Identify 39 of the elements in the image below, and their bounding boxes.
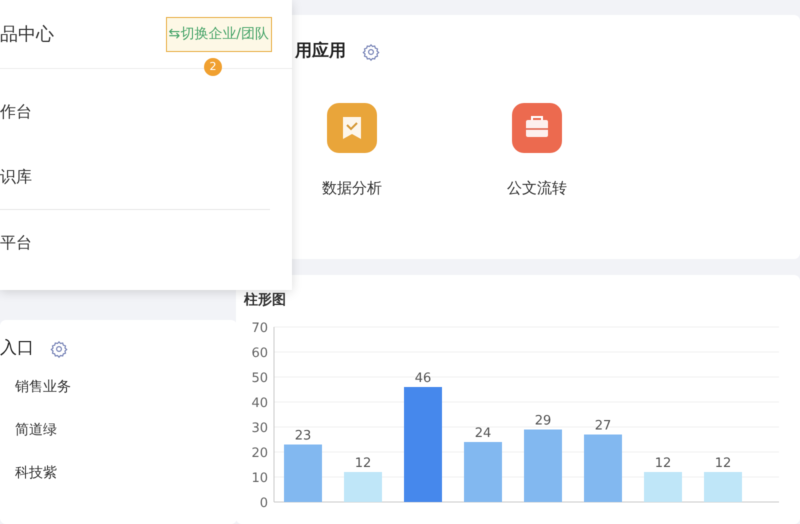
step-badge: 2 [204, 58, 222, 76]
panel-title: 品中心 [0, 22, 54, 46]
axis-tick-label: 30 [251, 421, 268, 436]
data-label: 12 [354, 456, 372, 471]
bar [284, 444, 322, 502]
card-title: 入口 [0, 337, 34, 360]
axis-tick-label: 70 [251, 321, 268, 336]
menu-item[interactable]: 作台 [0, 100, 32, 124]
bar [704, 472, 742, 502]
app-label: 公文流转 [507, 178, 567, 198]
axis-tick-label: 40 [251, 396, 268, 411]
data-label: 23 [294, 428, 312, 444]
axis-tick-label: 10 [251, 471, 268, 486]
data-label: 46 [414, 371, 432, 386]
axis-tick-label: 0 [260, 496, 268, 511]
menu-item[interactable]: 识库 [0, 164, 32, 188]
theme-item[interactable]: 科技紫 [15, 462, 57, 484]
chart-title: 柱形图 [244, 292, 286, 308]
axis-tick-label: 20 [251, 446, 268, 461]
menu-item[interactable]: 平台 [0, 230, 32, 254]
bar [584, 434, 622, 502]
data-label: 12 [714, 456, 732, 471]
card-title: 用应用 [295, 40, 346, 63]
bar [644, 472, 682, 502]
settings-icon[interactable] [362, 43, 380, 62]
app-label: 数据分析 [322, 178, 382, 198]
bar [464, 442, 502, 502]
data-label: 29 [534, 414, 552, 428]
app-icon[interactable] [327, 102, 377, 152]
bar [344, 472, 382, 502]
app-icon[interactable] [512, 102, 562, 152]
data-label: 12 [654, 456, 672, 471]
axis-tick-label: 50 [251, 371, 268, 386]
data-label: 24 [474, 426, 492, 441]
axis-tick-label: 60 [251, 346, 268, 361]
settings-icon[interactable] [50, 340, 68, 358]
data-label: 27 [594, 418, 612, 434]
theme-item[interactable]: 销售业务 [15, 376, 71, 398]
theme-item[interactable]: 简道绿 [15, 420, 57, 440]
